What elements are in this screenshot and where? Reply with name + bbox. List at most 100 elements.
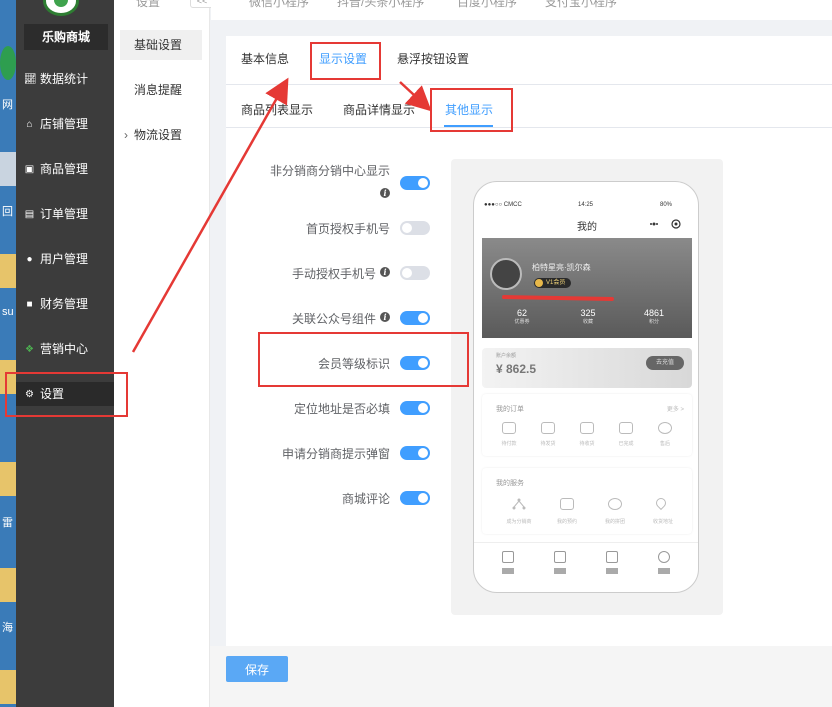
subnav-item-label: 物流设置 xyxy=(134,128,183,142)
tab-basic-info[interactable]: 基本信息 xyxy=(241,50,289,67)
sidebar-item-goods[interactable]: ▣ 商品管理 xyxy=(16,157,114,181)
stat-label: 收藏 xyxy=(582,319,593,325)
recycle-bin-icon[interactable] xyxy=(0,152,16,186)
setting-label: 手动授权手机号 xyxy=(291,267,376,281)
folder-icon[interactable] xyxy=(0,462,16,496)
tab-douyin[interactable]: 抖音/头条小程序 xyxy=(337,0,424,10)
sidebar-item-label: 订单管理 xyxy=(40,207,89,221)
finance-icon: ■ xyxy=(26,298,33,310)
status-bar: ●●●○○ CMCC 14:25 80% xyxy=(474,202,698,214)
subnav-top-label: 设置 xyxy=(136,0,161,9)
desktop-label: 网 xyxy=(2,99,13,111)
balance-label: 账户余额 xyxy=(496,353,517,359)
username: 柏特星亮·凯尔森 xyxy=(532,263,591,272)
desktop-label: 海 xyxy=(2,622,13,634)
sidebar-item-label: 用户管理 xyxy=(40,252,89,266)
order-label: 待付款 xyxy=(501,441,517,447)
sidebar-item-label: 财务管理 xyxy=(40,297,89,311)
desktop-globe-icon[interactable] xyxy=(0,46,16,80)
divider xyxy=(226,127,832,128)
tab-alipay[interactable]: 支付宝小程序 xyxy=(545,0,617,10)
orders-card: 我的订单 更多 > 待付款 待发货 待收货 已完成 售后 xyxy=(482,394,692,456)
annotation-underline xyxy=(501,295,615,301)
sidebar-item-finance[interactable]: ■ 财务管理 xyxy=(16,292,114,316)
completed-icon xyxy=(619,422,633,434)
recharge-button: 去充值 xyxy=(646,356,684,370)
toggle-mall-comments[interactable] xyxy=(400,491,430,505)
desktop-strip: 网 回 su 雷 海 xyxy=(0,0,16,707)
stat-value: 4861 xyxy=(643,308,665,318)
tab-goods-list-display[interactable]: 商品列表显示 xyxy=(241,101,313,118)
cart-icon xyxy=(606,551,618,574)
sidebar-item-marketing[interactable]: ❖ 营销中心 xyxy=(16,337,114,361)
sidebar-item-data-stats[interactable]: 📈︎ 数据统计 xyxy=(16,67,114,91)
orders-title: 我的订单 xyxy=(496,406,524,413)
service-label: 我的预约 xyxy=(556,519,577,525)
stat-favorites: 325 收藏 xyxy=(558,308,618,325)
sidebar-item-label: 营销中心 xyxy=(40,342,89,356)
sidebar-item-label: 数据统计 xyxy=(40,72,89,86)
chevron-right-icon: › xyxy=(124,128,128,142)
sidebar-item-label: 商品管理 xyxy=(40,162,89,176)
top-platform-tabs: 微信小程序 抖音/头条小程序 百度小程序 支付宝小程序 xyxy=(211,0,832,20)
info-icon[interactable]: i xyxy=(380,267,390,277)
setting-label: 关联公众号组件 xyxy=(291,312,376,326)
order-icon: ▤ xyxy=(24,208,35,220)
subnav-item-messages[interactable]: 消息提醒 xyxy=(120,75,202,105)
balance-card: 账户余额 ¥ 862.5 去充值 xyxy=(482,348,692,388)
settings-subnav: 设置 << 基础设置 消息提醒 › 物流设置 xyxy=(114,0,214,707)
appointment-icon xyxy=(560,498,574,510)
subnav-item-basic[interactable]: 基础设置 xyxy=(120,30,202,60)
setting-label: 定位地址是否必填 xyxy=(293,402,390,416)
tab-wechat[interactable]: 微信小程序 xyxy=(249,0,309,10)
service-label: 成为分销商 xyxy=(506,519,532,525)
save-button[interactable]: 保存 xyxy=(226,656,288,682)
phone-mockup: ●●●○○ CMCC 14:25 80% 我的 柏特星亮·凯尔森 V1会员 62… xyxy=(473,181,699,593)
marketing-icon: ❖ xyxy=(25,343,34,355)
desktop-label: 雷 xyxy=(2,517,13,529)
pending-receive-icon xyxy=(580,422,594,434)
logo xyxy=(43,0,79,16)
toggle-home-phone-auth[interactable] xyxy=(400,221,430,235)
tab-float-button[interactable]: 悬浮按钮设置 xyxy=(397,50,469,67)
member-level-badge: V1会员 xyxy=(534,278,572,288)
toggle-distribution-center[interactable] xyxy=(400,176,430,190)
balance-value: ¥ 862.5 xyxy=(496,362,537,376)
toggle-location-required[interactable] xyxy=(400,401,430,415)
divider xyxy=(226,84,832,85)
pending-payment-icon xyxy=(502,422,516,434)
stat-label: 积分 xyxy=(648,319,659,325)
goods-icon: ▣ xyxy=(24,163,35,175)
tab-baidu[interactable]: 百度小程序 xyxy=(457,0,517,10)
info-icon[interactable]: i xyxy=(380,312,390,322)
stat-label: 优惠券 xyxy=(514,319,530,325)
profile-card: 柏特星亮·凯尔森 V1会员 62 优惠券 325 收藏 4861 积分 xyxy=(482,238,692,338)
stat-coupons: 62 优惠券 xyxy=(492,308,552,325)
brand-name: 乐购商城 xyxy=(24,24,108,50)
desktop-label: 回 xyxy=(2,206,13,218)
annotation-box-other-display xyxy=(430,88,513,132)
sidebar-item-users[interactable]: ● 用户管理 xyxy=(16,247,114,271)
tab-goods-detail-display[interactable]: 商品详情显示 xyxy=(343,101,415,118)
info-icon[interactable]: i xyxy=(380,188,390,198)
folder-icon[interactable] xyxy=(0,568,16,602)
subnav-item-logistics[interactable]: › 物流设置 xyxy=(120,120,202,150)
sidebar-item-shop[interactable]: ⌂ 店铺管理 xyxy=(16,112,114,136)
sidebar-item-label: 店铺管理 xyxy=(40,117,89,131)
desktop-label: su xyxy=(2,306,14,318)
setting-label: 商城评论 xyxy=(341,492,390,506)
time-text: 14:25 xyxy=(578,202,594,208)
setting-label: 申请分销商提示弹窗 xyxy=(281,447,390,461)
avatar xyxy=(490,258,522,290)
toggle-distributor-popup[interactable] xyxy=(400,446,430,460)
order-label: 待发货 xyxy=(540,441,556,447)
order-label: 售后 xyxy=(659,441,670,447)
toggle-official-account[interactable] xyxy=(400,311,430,325)
after-sale-icon xyxy=(658,422,672,434)
stat-value: 62 xyxy=(516,308,527,318)
folder-icon[interactable] xyxy=(0,254,16,288)
folder-icon[interactable] xyxy=(0,670,16,704)
sidebar-item-orders[interactable]: ▤ 订单管理 xyxy=(16,202,114,226)
toggle-manual-phone-auth[interactable] xyxy=(400,266,430,280)
phone-preview-area: ●●●○○ CMCC 14:25 80% 我的 柏特星亮·凯尔森 V1会员 62… xyxy=(451,159,723,615)
